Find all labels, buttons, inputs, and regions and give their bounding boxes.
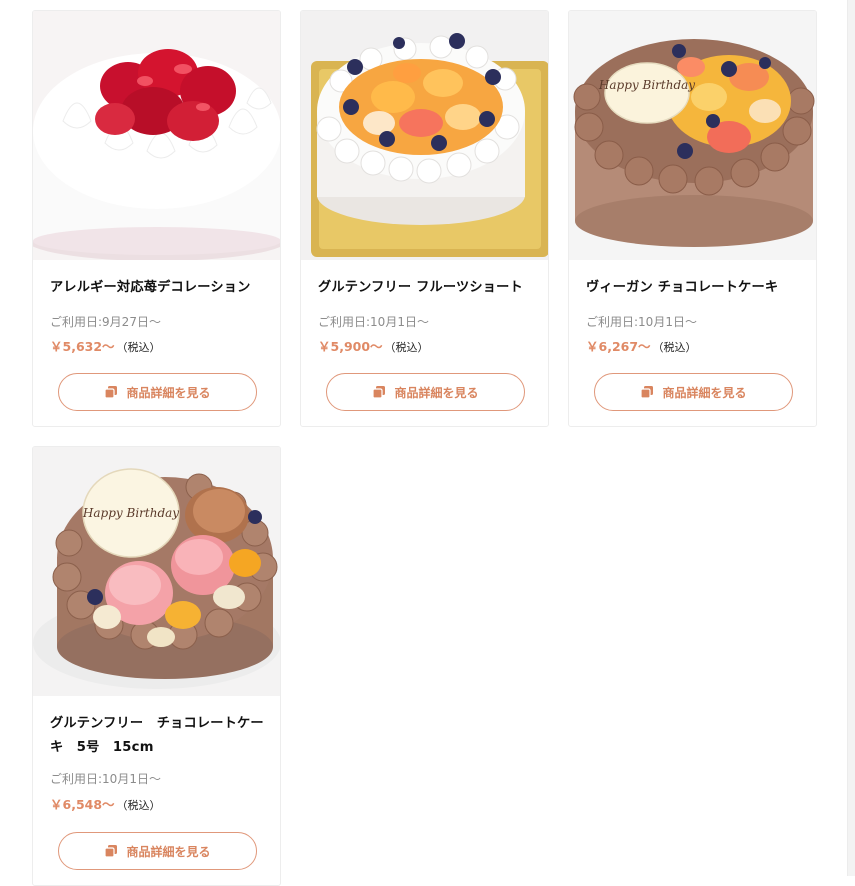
- view-details-button[interactable]: 商品詳細を見る: [58, 373, 257, 411]
- product-name[interactable]: グルテンフリー チョコレートケーキ 5号 15cm: [50, 712, 272, 760]
- product-card[interactable]: アレルギー対応苺デコレーション ご利用日:9月27日～ ￥5,632～ （税込） …: [32, 10, 281, 427]
- tax-label: （税込）: [652, 341, 697, 354]
- product-name[interactable]: アレルギー対応苺デコレーション: [50, 276, 272, 300]
- price: ￥6,267～: [586, 339, 651, 354]
- price-row: ￥5,632～ （税込）: [50, 336, 272, 355]
- price-row: ￥5,900～ （税込）: [318, 336, 540, 355]
- plaque-text: Happy Birthday: [598, 78, 695, 92]
- view-details-button[interactable]: 商品詳細を見る: [326, 373, 525, 411]
- availability-date: ご利用日:10月1日～: [586, 315, 697, 329]
- view-details-label: 商品詳細を見る: [126, 844, 211, 859]
- view-details-label: 商品詳細を見る: [662, 385, 747, 400]
- view-details-label: 商品詳細を見る: [394, 385, 479, 400]
- availability-date: ご利用日:9月27日～: [50, 315, 161, 329]
- product-image-vegan-chocolate-cake[interactable]: Happy Birthday: [569, 11, 816, 260]
- product-name[interactable]: グルテンフリー フルーツショート: [318, 276, 540, 300]
- price: ￥5,632～: [50, 339, 115, 354]
- view-details-label: 商品詳細を見る: [126, 385, 211, 400]
- view-details-button[interactable]: 商品詳細を見る: [594, 373, 793, 411]
- copy-icon: [372, 386, 386, 399]
- product-card[interactable]: Happy Birthday ヴィーガン チョコレートケーキ ご利用日:10月1…: [568, 10, 817, 427]
- availability-date: ご利用日:10月1日～: [50, 772, 161, 786]
- view-details-button[interactable]: 商品詳細を見る: [58, 832, 257, 870]
- copy-icon: [640, 386, 654, 399]
- product-image-gluten-free-chocolate-cake[interactable]: Happy Birthday: [33, 447, 280, 696]
- tax-label: （税込）: [384, 341, 429, 354]
- price-row: ￥6,267～ （税込）: [586, 336, 808, 355]
- product-card[interactable]: グルテンフリー フルーツショート ご利用日:10月1日～ ￥5,900～ （税込）…: [300, 10, 549, 427]
- price: ￥5,900～: [318, 339, 383, 354]
- product-card[interactable]: Happy Birthday グルテンフリー チョコレートケーキ 5号 15cm…: [32, 446, 281, 886]
- price-row: ￥6,548～ （税込）: [50, 794, 272, 813]
- copy-icon: [104, 386, 118, 399]
- availability-date: ご利用日:10月1日～: [318, 315, 429, 329]
- price: ￥6,548～: [50, 797, 115, 812]
- tax-label: （税込）: [116, 799, 161, 812]
- tax-label: （税込）: [116, 341, 161, 354]
- product-image-strawberry-cake[interactable]: [33, 11, 280, 260]
- page-scroll-edge: [847, 0, 855, 876]
- product-name[interactable]: ヴィーガン チョコレートケーキ: [586, 276, 808, 300]
- plaque-text: Happy Birthday: [82, 506, 179, 520]
- product-image-fruit-short-cake[interactable]: [301, 11, 548, 260]
- copy-icon: [104, 845, 118, 858]
